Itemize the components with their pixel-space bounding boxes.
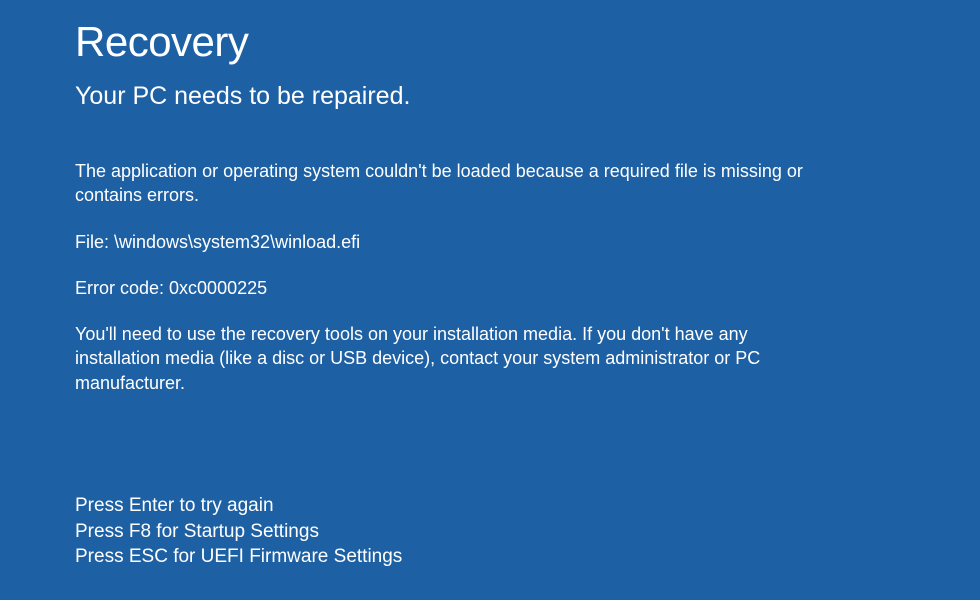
error-instructions: You'll need to use the recovery tools on… <box>75 322 835 395</box>
prompt-f8[interactable]: Press F8 for Startup Settings <box>75 519 905 545</box>
error-details: The application or operating system coul… <box>75 159 835 395</box>
error-code: Error code: 0xc0000225 <box>75 276 835 300</box>
prompt-enter[interactable]: Press Enter to try again <box>75 493 905 519</box>
error-reason: The application or operating system coul… <box>75 159 835 208</box>
page-subtitle: Your PC needs to be repaired. <box>75 82 905 111</box>
page-title: Recovery <box>75 18 905 66</box>
key-prompts: Press Enter to try again Press F8 for St… <box>75 493 905 570</box>
error-file: File: \windows\system32\winload.efi <box>75 230 835 254</box>
prompt-esc[interactable]: Press ESC for UEFI Firmware Settings <box>75 544 905 570</box>
